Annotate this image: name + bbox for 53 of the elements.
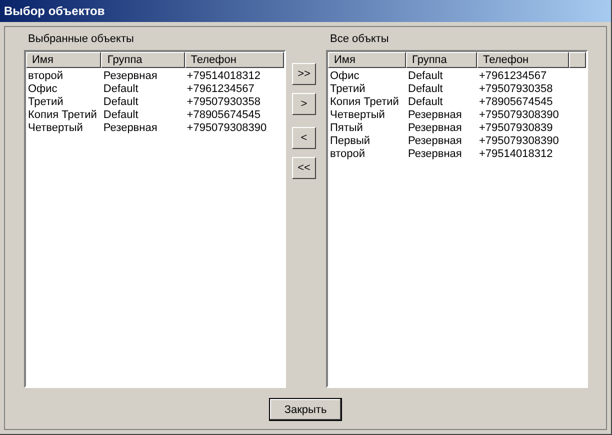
- table-cell-text: Четвертый: [27, 122, 84, 135]
- table-cell-text: +79507930358: [478, 83, 554, 96]
- move-button[interactable]: <<: [292, 157, 316, 179]
- table-cell-text: второй: [27, 70, 64, 83]
- table-cell-text: Резервная: [407, 122, 463, 135]
- column-header[interactable]: Группа: [406, 52, 477, 68]
- table-cell-text: +7961234567: [478, 70, 548, 83]
- close-button[interactable]: Закрыть: [269, 398, 342, 421]
- table-cell-text: Офис: [27, 83, 58, 96]
- table-cell-text: Пятый: [329, 122, 364, 135]
- table-cell-text: +79507930358: [186, 96, 262, 109]
- column-header[interactable]: Телефон: [477, 52, 569, 68]
- table-cell-text: +79507930839: [478, 122, 554, 135]
- table-cell-text: Четвертый: [329, 109, 386, 122]
- table-cell-text: Резервная: [407, 135, 463, 148]
- window-title: Выбор объектов: [0, 0, 611, 22]
- table-cell-text: +7961234567: [186, 83, 256, 96]
- table-cell-text: Резервная: [102, 70, 158, 83]
- table-cell-text: Default: [102, 83, 140, 96]
- table-cell-text: Default: [102, 96, 140, 109]
- column-header[interactable]: Группа: [101, 52, 185, 68]
- table-cell-text: +795079308390: [478, 109, 560, 122]
- table-cell-text: Default: [102, 109, 140, 122]
- table-cell-text: Default: [407, 83, 444, 96]
- table-cell-text: Резервная: [102, 122, 158, 135]
- table-cell-text: Копия Третий: [27, 109, 98, 122]
- table-cell-text: второй: [329, 148, 366, 161]
- table-cell-text: +795079308390: [186, 122, 268, 135]
- table-cell-text: +79514018312: [478, 148, 554, 161]
- table-cell-text: Резервная: [407, 148, 463, 161]
- move-button[interactable]: >: [292, 93, 316, 115]
- list-label: Все объкты: [329, 32, 390, 47]
- table-cell-text: Default: [407, 70, 444, 83]
- table-cell-text: +78905674545: [478, 96, 554, 109]
- table-cell-text: Офис: [329, 70, 360, 83]
- table-cell-text: Копия Третий: [329, 96, 400, 109]
- table-cell-text: Первый: [329, 135, 372, 148]
- table-cell-text: Третий: [27, 96, 64, 109]
- list-label: Выбранные объекты: [27, 32, 135, 47]
- column-header[interactable]: Имя: [26, 52, 102, 68]
- table-cell-text: +795079308390: [478, 135, 560, 148]
- list-view[interactable]: Имя Группа Телефон второй Резервная +79514018312 Офис Default +7961234567 Третий Default +79507930358 Копия Третий Default +78905674545 Четвертый Резервная +795079308390: [24, 50, 286, 388]
- table-cell-text: Default: [407, 96, 444, 109]
- table-cell-text: Резервная: [407, 109, 463, 122]
- move-button[interactable]: <: [292, 127, 316, 149]
- move-button[interactable]: >>: [292, 63, 316, 85]
- column-header[interactable]: Телефон: [184, 52, 284, 68]
- list-view[interactable]: [326, 50, 588, 388]
- column-header[interactable]: [569, 52, 586, 68]
- table-cell-text: +79514018312: [186, 70, 262, 83]
- table-cell-text: +78905674545: [186, 109, 262, 122]
- column-header[interactable]: Имя: [328, 52, 406, 68]
- table-cell-text: Третий: [329, 83, 366, 96]
